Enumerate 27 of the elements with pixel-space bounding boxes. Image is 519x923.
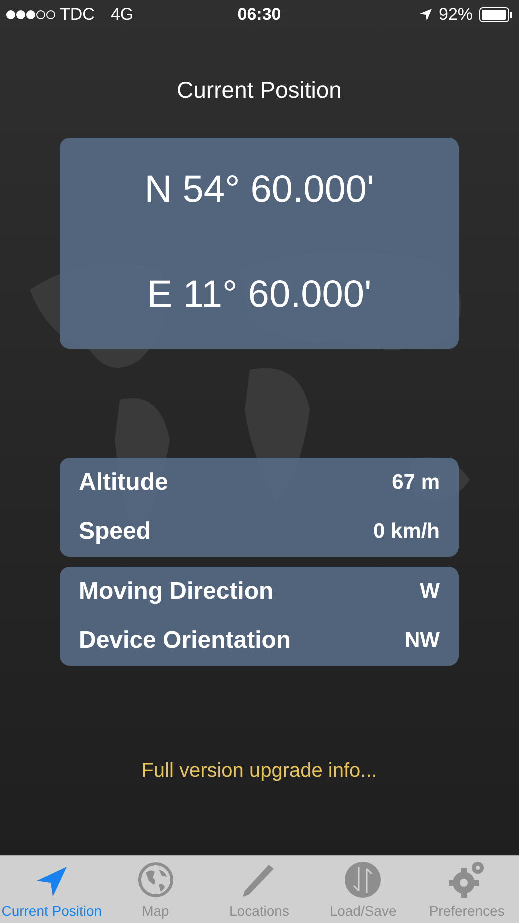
tab-item[interactable]: Current Position [0, 856, 104, 923]
tab-item[interactable]: Preferences [415, 856, 519, 923]
tab-item[interactable]: Map [104, 856, 208, 923]
location-arrow-icon [418, 8, 433, 22]
tab-item[interactable]: Load/Save [311, 856, 416, 923]
status-time: 06:30 [238, 4, 282, 26]
network-type: 4G [110, 4, 134, 26]
upgrade-link[interactable]: Full version upgrade info... [142, 756, 378, 786]
signal-dots-icon [6, 10, 56, 20]
info-value: W [420, 578, 440, 605]
info-value: 67 m [392, 470, 440, 496]
arrows-circle-icon [344, 861, 382, 899]
carrier-name: TDC [60, 4, 95, 26]
location-arrow-icon [34, 865, 69, 899]
globe-icon [136, 861, 175, 899]
info-value: NW [405, 628, 440, 654]
battery-icon [479, 6, 514, 22]
info-label: Speed [79, 516, 152, 546]
screen-title: Current Position [177, 76, 342, 105]
battery-percentage: 92% [438, 4, 474, 26]
longitude-value: E 11° 60.000' [147, 273, 372, 318]
info-label: Moving Direction [79, 576, 274, 606]
info-label: Device Orientation [79, 626, 292, 656]
latitude-value: N 54° 60.000' [144, 168, 374, 213]
info-label: Altitude [79, 468, 168, 498]
info-value: 0 km/h [373, 518, 440, 545]
tab-item[interactable]: Locations [208, 856, 312, 923]
